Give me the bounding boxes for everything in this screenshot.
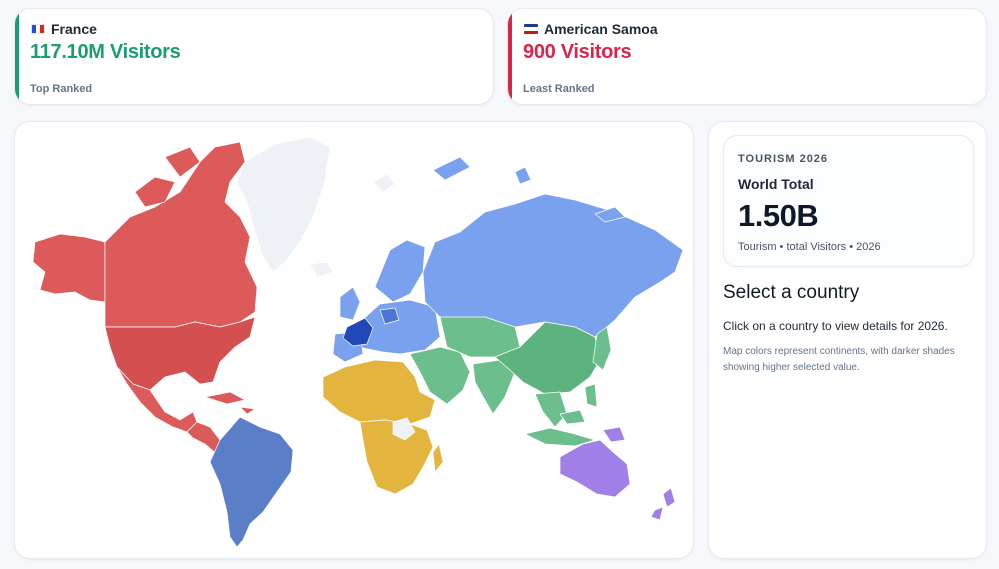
region-iceland[interactable]	[309, 261, 334, 278]
world-map-card	[14, 121, 694, 559]
world-map[interactable]	[15, 122, 694, 559]
region-scandinavia[interactable]	[374, 239, 426, 303]
top-ranked-value: 117.10M Visitors	[30, 41, 181, 63]
top-ranked-card: France 117.10M Visitors Top Ranked	[14, 8, 494, 105]
flag-france-icon	[31, 24, 45, 34]
region-alaska[interactable]	[32, 233, 106, 303]
region-africa-north[interactable]	[322, 359, 436, 425]
region-svalbard[interactable]	[372, 173, 396, 193]
details-panel: TOURISM 2026 World Total 1.50B Tourism •…	[708, 121, 987, 559]
region-south-america[interactable]	[209, 416, 294, 548]
region-greenland[interactable]	[236, 136, 331, 273]
region-southeast-asia[interactable]	[534, 391, 568, 428]
panel-note: Map colors represent continents, with da…	[723, 346, 955, 373]
summary-meta: Tourism • total Visitors • 2026	[738, 241, 881, 253]
region-uk[interactable]	[339, 286, 361, 321]
least-ranked-header: American Samoa	[524, 21, 658, 37]
region-russia[interactable]	[422, 193, 684, 338]
least-ranked-card: American Samoa 900 Visitors Least Ranked	[507, 8, 987, 105]
summary-title: World Total	[738, 176, 814, 192]
least-ranked-accent	[508, 9, 512, 104]
least-ranked-value: 900 Visitors	[523, 41, 632, 63]
panel-heading: Select a country	[723, 282, 860, 303]
panel-description: Click on a country to view details for 2…	[723, 319, 948, 333]
region-new-zealand[interactable]	[650, 487, 676, 521]
least-ranked-country: American Samoa	[544, 21, 658, 37]
top-ranked-country: France	[51, 21, 97, 37]
flag-american-samoa-icon	[524, 24, 538, 34]
world-total-card: TOURISM 2026 World Total 1.50B Tourism •…	[723, 135, 974, 267]
region-papua[interactable]	[602, 426, 626, 443]
region-philippines[interactable]	[584, 383, 598, 408]
least-ranked-label: Least Ranked	[523, 83, 595, 95]
summary-value: 1.50B	[738, 198, 819, 233]
region-madagascar[interactable]	[432, 443, 444, 473]
top-ranked-header: France	[31, 21, 97, 37]
region-australia[interactable]	[559, 439, 631, 498]
top-ranked-accent	[15, 9, 19, 104]
region-caribbean[interactable]	[204, 391, 256, 415]
top-ranked-label: Top Ranked	[30, 83, 93, 95]
summary-tag: TOURISM 2026	[738, 153, 829, 165]
